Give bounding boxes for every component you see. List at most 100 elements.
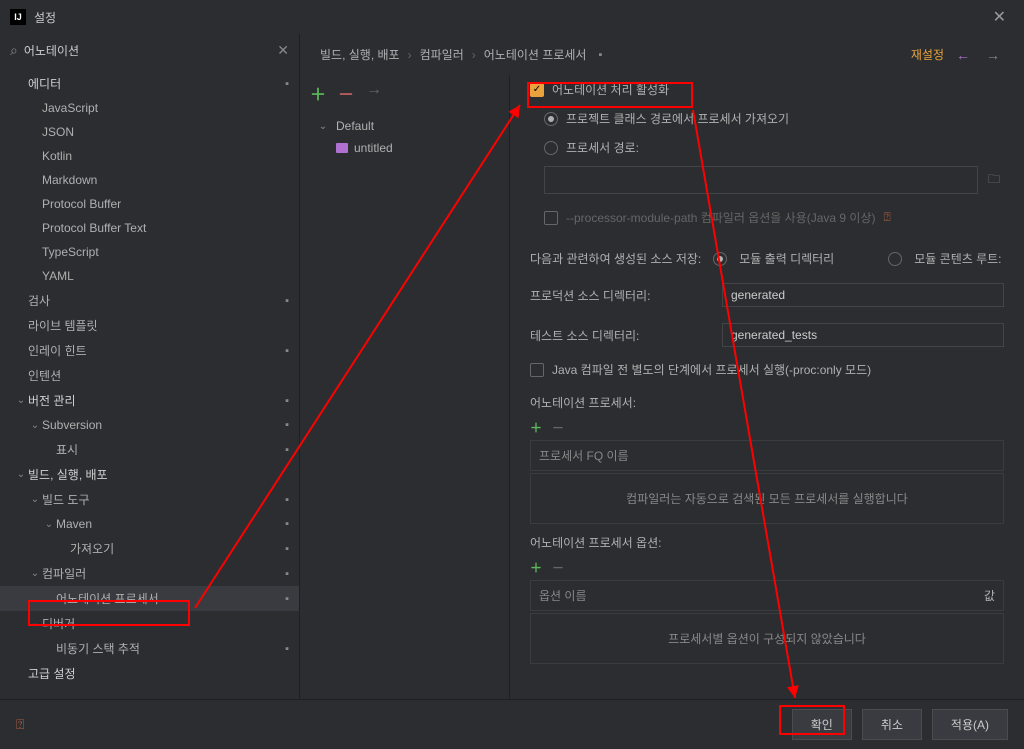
profile-default[interactable]: ⌄Default xyxy=(300,115,509,137)
tree-editor[interactable]: 에디터▪ xyxy=(0,71,299,96)
tree-build-tools[interactable]: ⌄빌드 도구▪ xyxy=(0,487,299,512)
obtain-from-classpath-label: 프로젝트 클래스 경로에서 프로세서 가져오기 xyxy=(566,110,789,127)
chevron-down-icon: ⌄ xyxy=(28,568,42,579)
remove-profile-button[interactable]: － xyxy=(338,81,354,105)
modified-icon: ▪ xyxy=(285,78,289,90)
breadcrumb-item[interactable]: 컴파일러 xyxy=(420,46,464,63)
modified-icon: ▪ xyxy=(285,295,289,307)
modified-icon: ▪ xyxy=(285,444,289,456)
forward-icon[interactable]: → xyxy=(982,47,1004,63)
close-icon[interactable]: ✕ xyxy=(985,3,1014,31)
footer: ⍰ 확인 취소 적용(A) xyxy=(0,699,1024,749)
modified-icon: ▪ xyxy=(598,49,602,61)
module-output-radio[interactable] xyxy=(713,252,727,266)
enable-annotation-label: 어노테이션 처리 활성화 xyxy=(552,81,669,98)
modified-icon: ▪ xyxy=(285,568,289,580)
tree-annotation-processors[interactable]: 어노테이션 프로세서▪ xyxy=(0,586,299,611)
help-icon[interactable]: ⍰ xyxy=(16,716,24,733)
prod-dir-label: 프로덕션 소스 디렉터리: xyxy=(530,287,710,304)
chevron-down-icon: ⌄ xyxy=(42,519,56,530)
modified-icon: ▪ xyxy=(285,345,289,357)
tree-live-templates[interactable]: 라이브 템플릿 xyxy=(0,313,299,338)
tree-editor-child[interactable]: TypeScript xyxy=(0,240,299,264)
tree-editor-child[interactable]: JSON xyxy=(0,120,299,144)
chevron-down-icon: ⌄ xyxy=(28,494,42,505)
tree-subversion[interactable]: ⌄Subversion▪ xyxy=(0,413,299,437)
tree-build[interactable]: ⌄빌드, 실행, 배포 xyxy=(0,462,299,487)
tree-subversion-presentation[interactable]: 표시▪ xyxy=(0,437,299,462)
tree-advanced[interactable]: 고급 설정 xyxy=(0,661,299,686)
ok-button[interactable]: 확인 xyxy=(792,709,852,740)
apply-button[interactable]: 적용(A) xyxy=(932,709,1008,740)
window-title: 설정 xyxy=(34,9,56,26)
tree-editor-child[interactable]: YAML xyxy=(0,264,299,288)
back-icon[interactable]: ← xyxy=(952,47,974,63)
chevron-down-icon: ⌄ xyxy=(316,121,330,132)
reset-link[interactable]: 재설정 xyxy=(911,46,944,63)
breadcrumb: 빌드, 실행, 배포 › 컴파일러 › 어노테이션 프로세서 ▪ 재설정 ← → xyxy=(300,34,1024,75)
tree-compiler[interactable]: ⌄컴파일러▪ xyxy=(0,561,299,586)
gen-source-label: 다음과 관련하여 생성된 소스 저장: xyxy=(530,250,701,267)
tree-debugger[interactable]: ⌄디버거 xyxy=(0,611,299,636)
modified-icon: ▪ xyxy=(285,518,289,530)
tree-intentions[interactable]: 인텐션 xyxy=(0,363,299,388)
help-icon[interactable]: ⍰ xyxy=(884,210,891,225)
tree-editor-child[interactable]: Protocol Buffer xyxy=(0,192,299,216)
processor-hint: 컴파일러는 자동으로 검색된 모든 프로세서를 실행합니다 xyxy=(530,473,1004,524)
profile-module[interactable]: untitled xyxy=(300,137,509,159)
tree-inlay-hints[interactable]: 인레이 힌트▪ xyxy=(0,338,299,363)
enable-annotation-checkbox[interactable]: ✓ xyxy=(530,83,544,97)
module-content-radio[interactable] xyxy=(888,252,902,266)
chevron-down-icon: ⌄ xyxy=(14,469,28,480)
tree-maven[interactable]: ⌄Maven▪ xyxy=(0,512,299,536)
titlebar: IJ 설정 ✕ xyxy=(0,0,1024,34)
processor-fq-header: 프로세서 FQ 이름 xyxy=(530,440,1004,471)
processor-path-label: 프로세서 경로: xyxy=(566,139,639,156)
add-option-button[interactable]: ＋ xyxy=(530,559,542,576)
module-path-label: --processor-module-path 컴파일러 옵션을 사용(Java… xyxy=(566,209,876,226)
chevron-right-icon: › xyxy=(472,48,476,62)
chevron-down-icon: ⌄ xyxy=(28,420,42,431)
search-icon: ⌕ xyxy=(10,42,18,59)
modified-icon: ▪ xyxy=(285,395,289,407)
search-input[interactable] xyxy=(24,44,271,58)
remove-option-button: － xyxy=(552,559,564,576)
modified-icon: ▪ xyxy=(285,419,289,431)
breadcrumb-item[interactable]: 빌드, 실행, 배포 xyxy=(320,46,400,63)
profile-panel: ＋ － → ⌄Default untitled xyxy=(300,75,510,699)
tree-editor-child[interactable]: Protocol Buffer Text xyxy=(0,216,299,240)
modified-icon: ▪ xyxy=(285,543,289,555)
processor-path-radio[interactable] xyxy=(544,141,558,155)
modified-icon: ▪ xyxy=(285,593,289,605)
tree-async-stack[interactable]: 비동기 스택 추적▪ xyxy=(0,636,299,661)
module-output-label: 모듈 출력 디렉터리 xyxy=(739,250,834,267)
prod-dir-input[interactable] xyxy=(722,283,1004,307)
tree-editor-child[interactable]: JavaScript xyxy=(0,96,299,120)
add-processor-button[interactable]: ＋ xyxy=(530,419,542,436)
tree-editor-child[interactable]: Markdown xyxy=(0,168,299,192)
tree-vcs[interactable]: ⌄버전 관리▪ xyxy=(0,388,299,413)
proc-only-checkbox[interactable] xyxy=(530,363,544,377)
app-icon: IJ xyxy=(10,9,26,25)
move-to-button[interactable]: → xyxy=(366,81,382,105)
clear-search-icon[interactable]: ✕ xyxy=(277,42,289,59)
processor-options-label: 어노테이션 프로세서 옵션: xyxy=(530,524,1004,555)
test-dir-label: 테스트 소스 디렉터리: xyxy=(530,327,710,344)
add-profile-button[interactable]: ＋ xyxy=(310,81,326,105)
test-dir-input[interactable] xyxy=(722,323,1004,347)
sidebar: ⌕ ✕ 에디터▪ JavaScriptJSONKotlinMarkdownPro… xyxy=(0,34,300,699)
proc-only-label: Java 컴파일 전 별도의 단계에서 프로세서 실행(-proc:only 모… xyxy=(552,361,871,378)
tree-inspection[interactable]: 검사▪ xyxy=(0,288,299,313)
tree-maven-import[interactable]: 가져오기▪ xyxy=(0,536,299,561)
option-hint: 프로세서별 옵션이 구성되지 않았습니다 xyxy=(530,613,1004,664)
tree-editor-child[interactable]: Kotlin xyxy=(0,144,299,168)
modified-icon: ▪ xyxy=(285,643,289,655)
annotation-processors-label: 어노테이션 프로세서: xyxy=(530,384,1004,415)
settings-tree: 에디터▪ JavaScriptJSONKotlinMarkdownProtoco… xyxy=(0,67,299,690)
obtain-from-classpath-radio[interactable] xyxy=(544,112,558,126)
browse-folder-icon[interactable]: 🗀 xyxy=(984,166,1004,195)
breadcrumb-item: 어노테이션 프로세서 xyxy=(484,46,587,63)
module-path-checkbox xyxy=(544,211,558,225)
processor-path-input[interactable] xyxy=(544,166,978,194)
cancel-button[interactable]: 취소 xyxy=(862,709,922,740)
